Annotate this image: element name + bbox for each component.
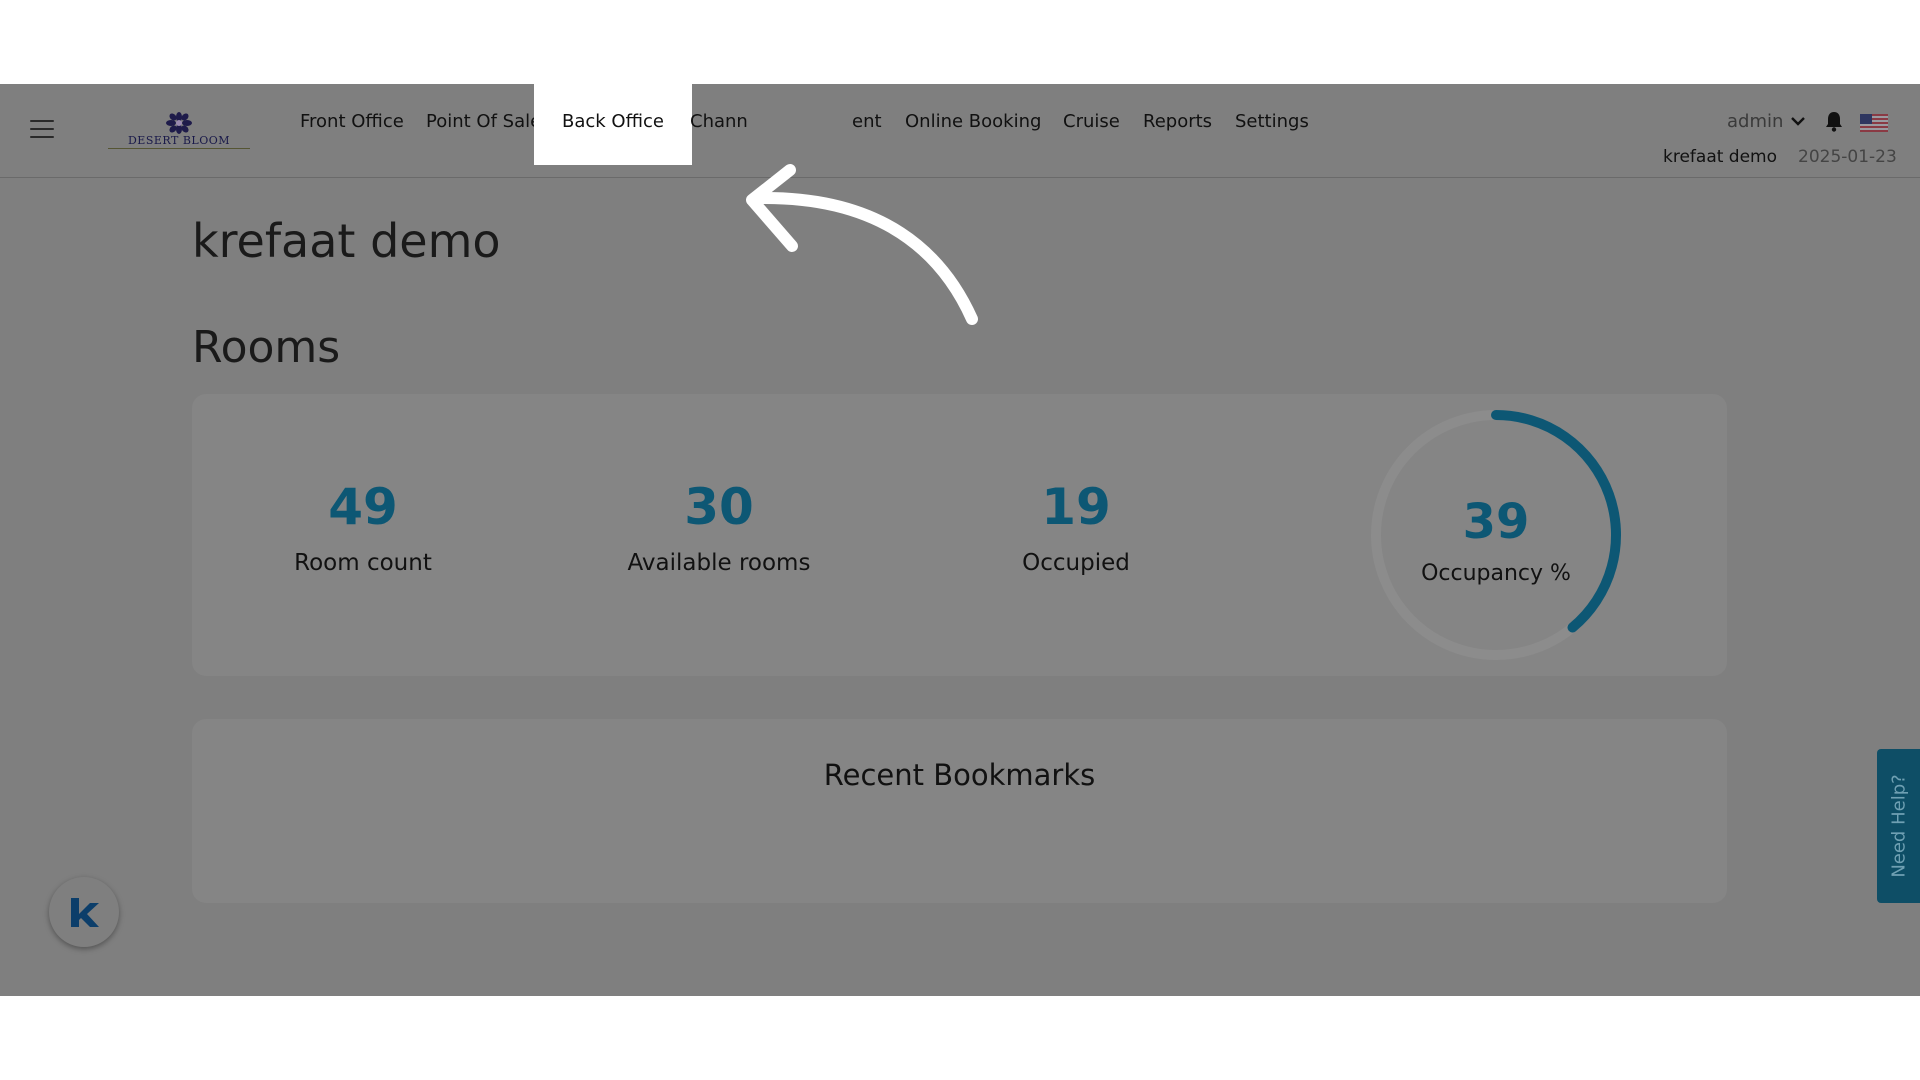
nav-settings[interactable]: Settings [1235, 111, 1309, 135]
nav-cruise[interactable]: Cruise [1063, 111, 1120, 135]
nav-back-office[interactable]: Back Office [534, 111, 692, 132]
hotel-logo[interactable]: DESERT BLOOM [108, 112, 250, 150]
stat-value: 49 [328, 478, 398, 536]
recent-bookmarks-title: Recent Bookmarks [823, 758, 1096, 792]
hotel-name: krefaat demo [1663, 147, 1778, 167]
stat-room-count: 49 Room count [233, 478, 493, 576]
business-date: 2025-01-23 [1798, 147, 1897, 167]
need-help-label: Need Help? [1888, 774, 1909, 878]
need-help-tab[interactable]: Need Help? [1877, 749, 1920, 903]
k-assistant-button[interactable] [49, 877, 119, 947]
nav-point-of-sale[interactable]: Point Of Sale [426, 111, 541, 135]
nav-management-partial[interactable]: ent [852, 111, 882, 135]
stat-value: 30 [684, 478, 754, 536]
occupancy-value: 39 [1462, 494, 1530, 550]
arrow-pointer-icon [746, 164, 978, 325]
stat-label: Room count [294, 550, 432, 576]
top-navigation-bar: DESERT BLOOM Front Office Point Of Sale … [0, 84, 1920, 178]
stat-label: Occupied [1022, 550, 1130, 576]
occupancy-label: Occupancy % [1421, 561, 1571, 586]
stat-value: 19 [1041, 478, 1111, 536]
chevron-down-icon[interactable] [1790, 113, 1806, 129]
logo-wordmark: DESERT BLOOM [127, 134, 231, 147]
app-window: DESERT BLOOM Front Office Point Of Sale … [0, 84, 1920, 996]
menu-icon[interactable] [30, 120, 54, 138]
bell-icon[interactable] [1824, 110, 1844, 132]
logo-underline [108, 148, 250, 149]
us-flag-icon[interactable] [1860, 114, 1888, 132]
stat-available-rooms: 30 Available rooms [589, 478, 849, 576]
nav-reports[interactable]: Reports [1143, 111, 1212, 135]
rooms-heading: Rooms [192, 322, 341, 373]
k-logo-icon [71, 898, 99, 927]
nav-channel-partial[interactable]: Chann [690, 111, 748, 135]
stat-occupied: 19 Occupied [946, 478, 1206, 576]
flower-logo-icon [166, 112, 192, 134]
user-menu[interactable]: admin [1727, 111, 1783, 132]
nav-front-office[interactable]: Front Office [300, 111, 404, 135]
nav-online-booking[interactable]: Online Booking [905, 111, 1041, 135]
rooms-summary-card: 49 Room count 30 Available rooms 19 Occu… [192, 394, 1727, 676]
stat-label: Available rooms [627, 550, 811, 576]
page-title: krefaat demo [192, 214, 501, 268]
recent-bookmarks-card: Recent Bookmarks [192, 719, 1727, 903]
